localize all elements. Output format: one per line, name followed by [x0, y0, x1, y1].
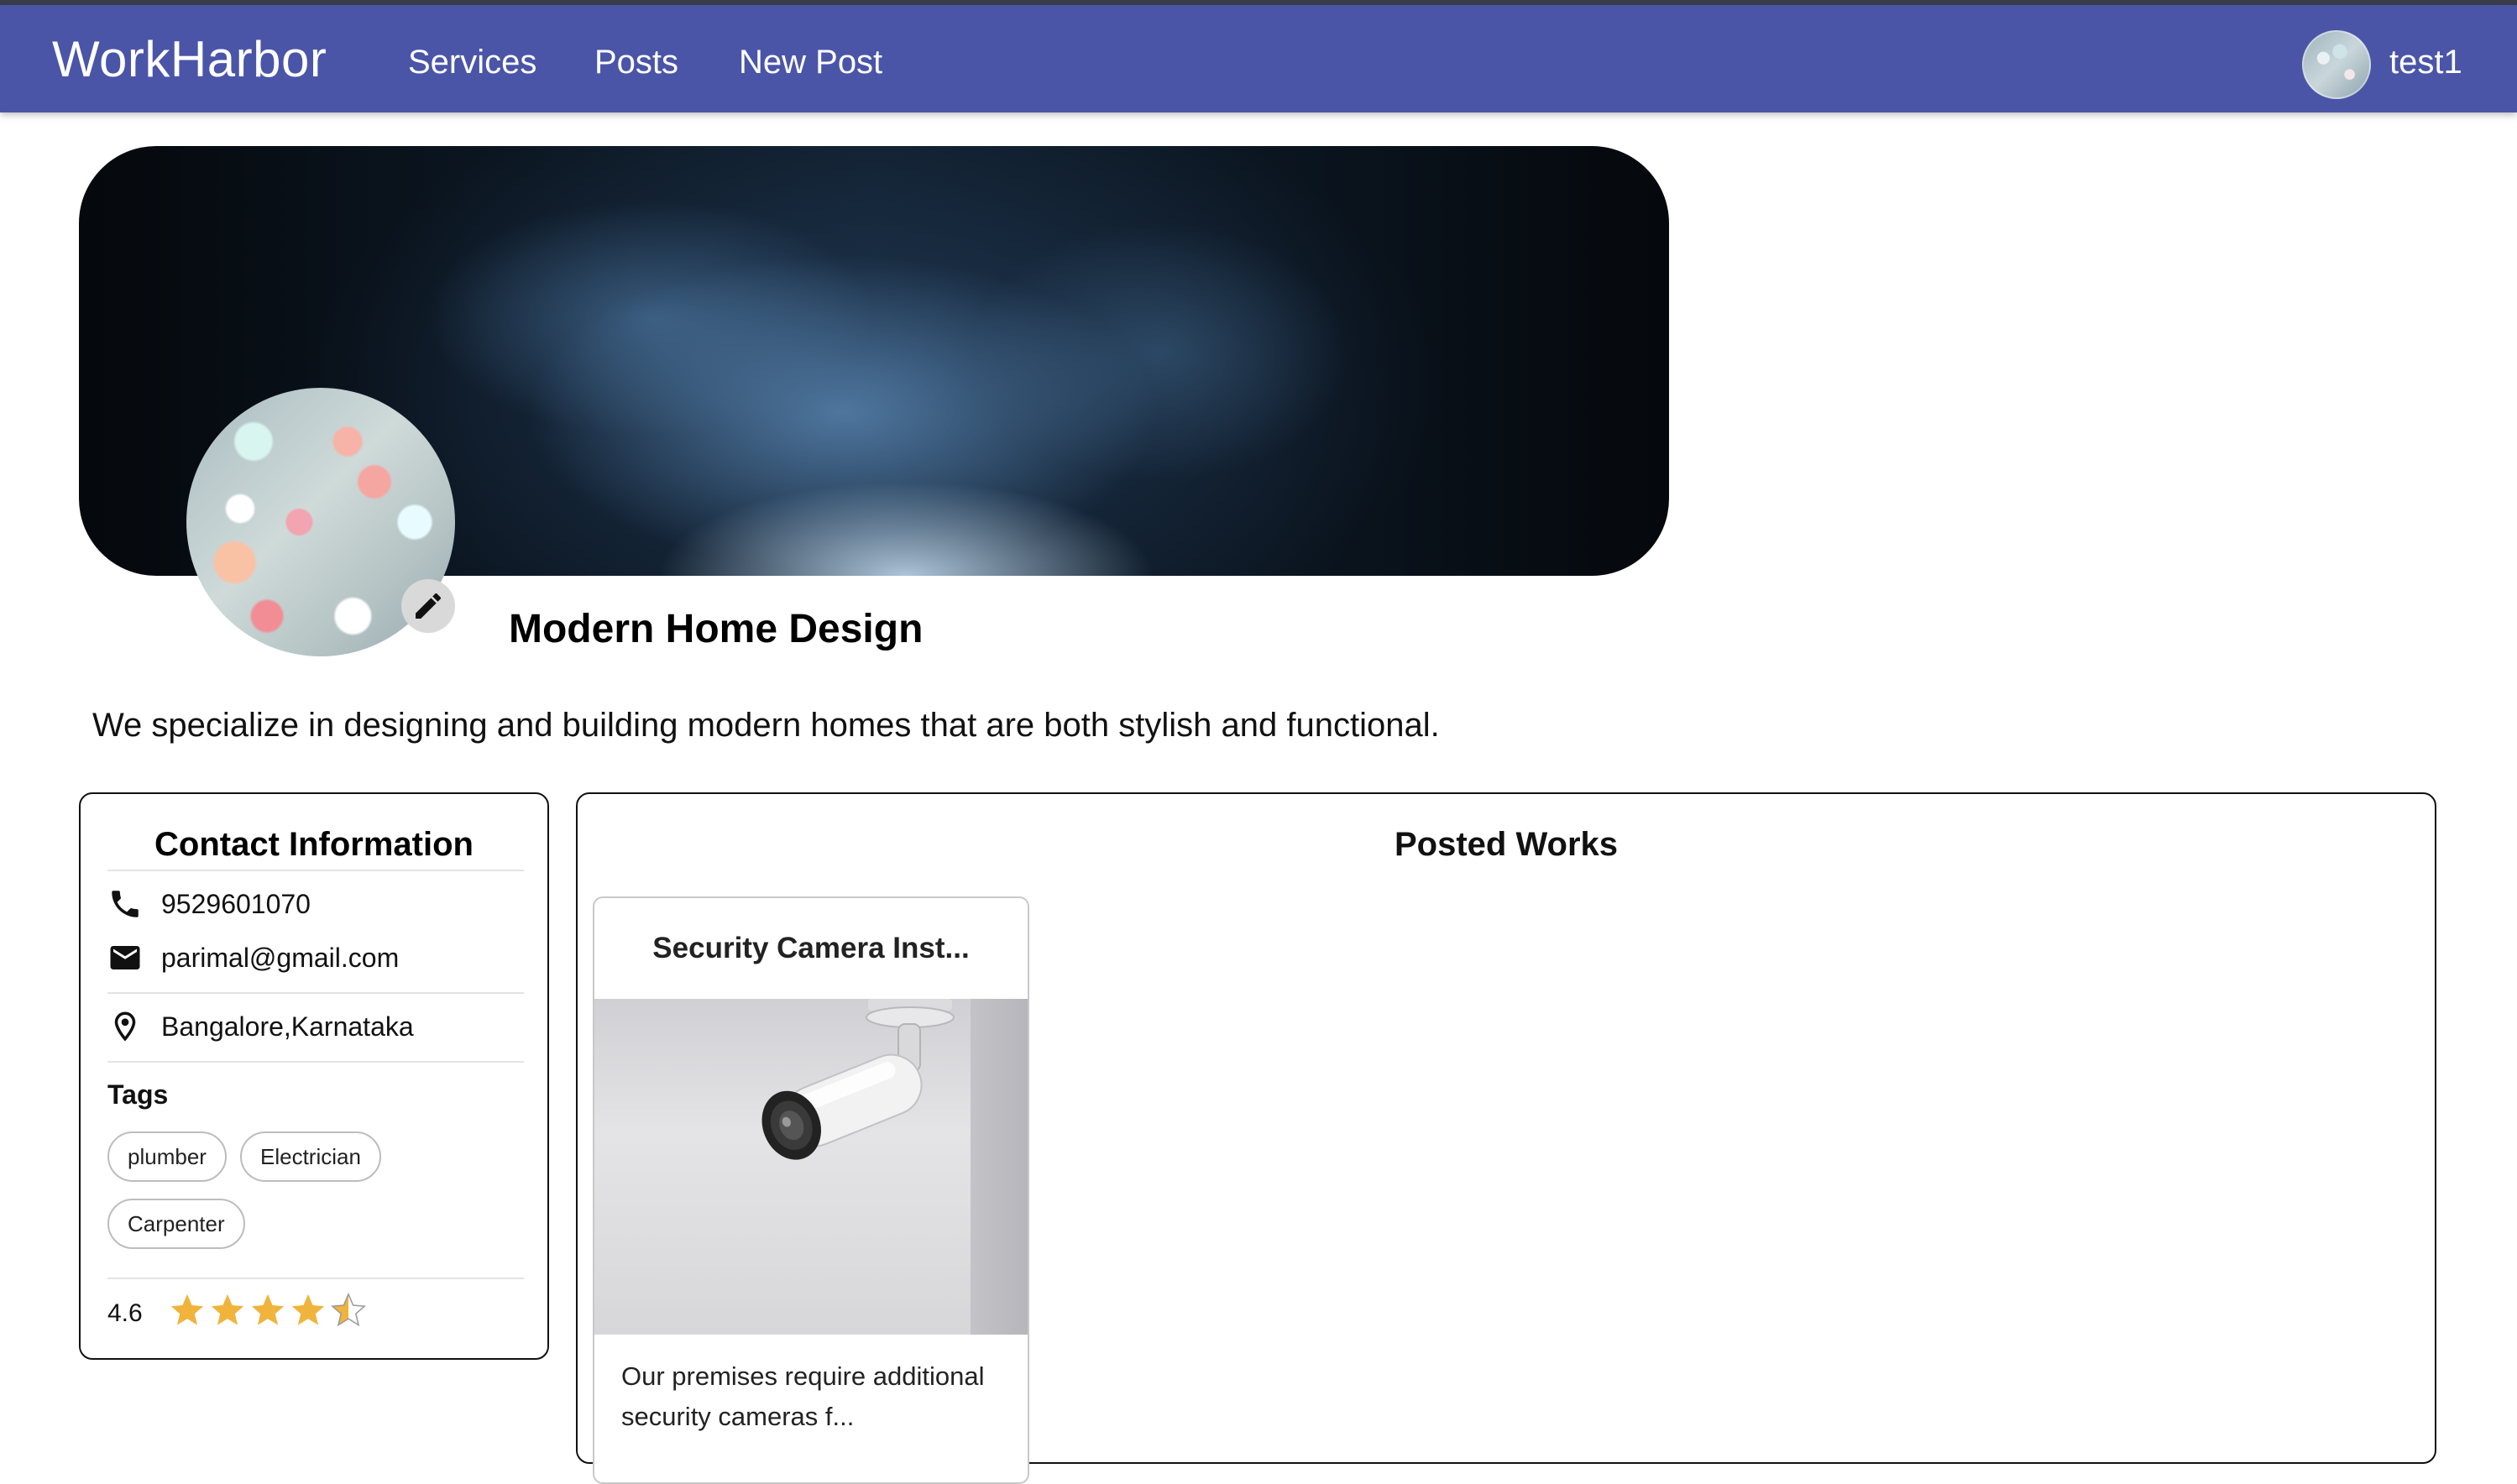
- tags-label: Tags: [107, 1079, 169, 1110]
- profile-description: We specialize in designing and building …: [92, 707, 1440, 744]
- star-icon: [170, 1293, 204, 1325]
- tag-chip[interactable]: Carpenter: [107, 1199, 245, 1249]
- rating-value: 4.6: [107, 1299, 143, 1327]
- edit-icon: [416, 593, 442, 619]
- star-icon: [211, 1293, 244, 1325]
- star-icon: [251, 1293, 285, 1325]
- tag-chip[interactable]: Electrician: [240, 1131, 381, 1182]
- contact-heading: Contact Information: [154, 826, 474, 863]
- divider: [107, 992, 524, 994]
- work-card[interactable]: Security Camera Inst... Our premises req…: [593, 896, 1029, 1484]
- star-rating: [168, 1291, 369, 1330]
- divider: [107, 1061, 524, 1063]
- star-half-icon: [330, 1292, 367, 1327]
- star-icon: [291, 1293, 325, 1325]
- brand-logo[interactable]: WorkHarbor: [52, 30, 327, 88]
- email-icon: [110, 946, 140, 969]
- user-avatar[interactable]: [2302, 30, 2371, 99]
- location-icon: [114, 1011, 136, 1042]
- security-camera-image: [594, 999, 1028, 1335]
- phone-row: 9529601070: [107, 886, 311, 922]
- work-description: Our premises require additional security…: [621, 1361, 985, 1431]
- works-heading: Posted Works: [1395, 826, 1618, 863]
- divider: [107, 1278, 524, 1279]
- email-address[interactable]: parimal@gmail.com: [161, 943, 399, 974]
- phone-icon: [112, 891, 139, 917]
- nav-new-post[interactable]: New Post: [739, 44, 882, 81]
- nav-services[interactable]: Services: [408, 44, 536, 81]
- app-bar: WorkHarbor Services Posts New Post test1: [0, 5, 2517, 112]
- edit-avatar-button[interactable]: [401, 579, 455, 633]
- work-title[interactable]: Security Camera Inst...: [594, 932, 1028, 965]
- contact-card: Contact Information 9529601070 parimal@g…: [79, 792, 549, 1360]
- posted-works-panel: Posted Works Security Camera Inst... Our…: [576, 792, 2436, 1484]
- email-row: parimal@gmail.com: [107, 940, 399, 975]
- divider: [107, 870, 524, 871]
- tag-chip[interactable]: plumber: [107, 1131, 227, 1182]
- location-row: Bangalore,Karnataka: [107, 1009, 414, 1044]
- phone-number[interactable]: 9529601070: [161, 889, 311, 920]
- nav-posts[interactable]: Posts: [594, 44, 678, 81]
- page-title: Modern Home Design: [509, 607, 924, 651]
- user-name[interactable]: test1: [2389, 44, 2462, 81]
- location-text: Bangalore,Karnataka: [161, 1011, 414, 1042]
